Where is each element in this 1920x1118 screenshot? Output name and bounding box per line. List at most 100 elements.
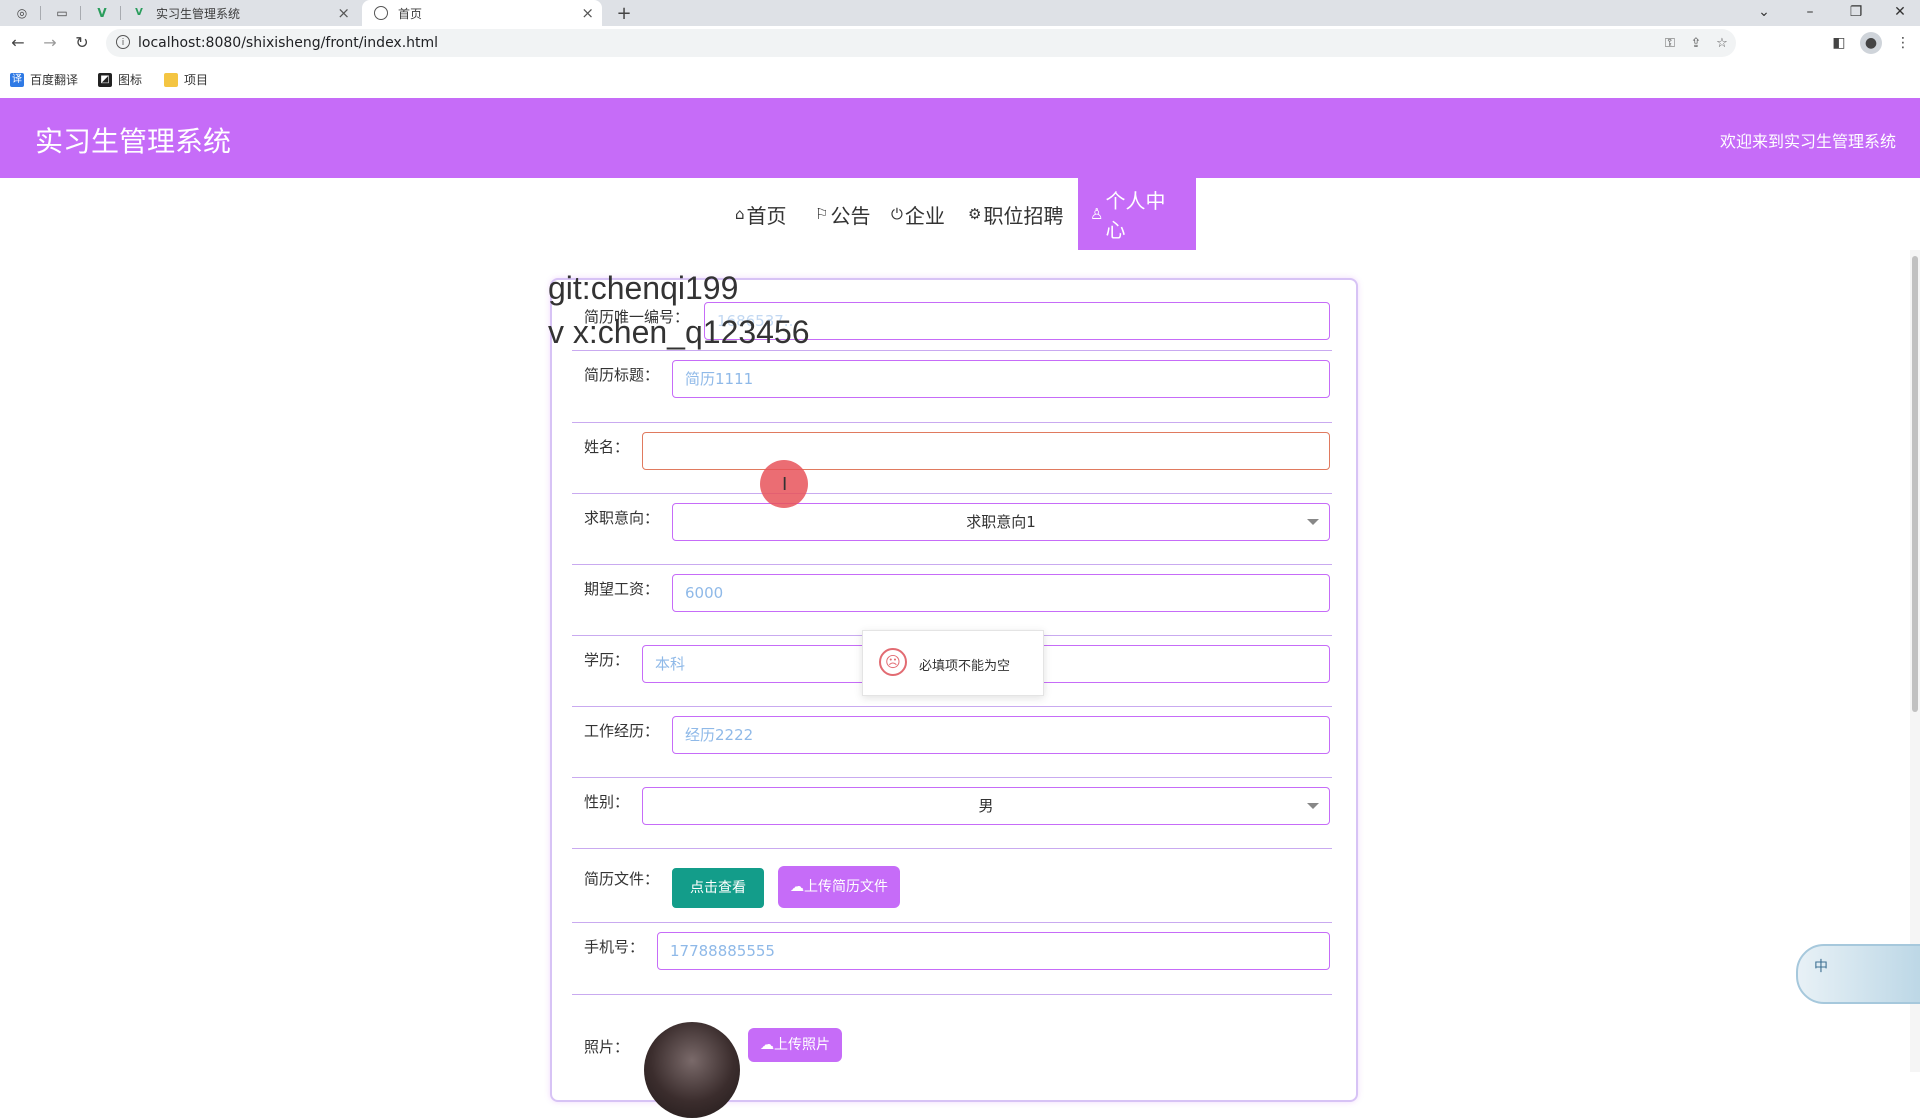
ime-floating-widget[interactable]: 中 [1796,944,1920,1004]
bookmark-project[interactable]: 项目 [164,71,208,88]
new-tab-button[interactable]: + [616,3,632,24]
nav-label: 职位招聘 [983,203,1064,228]
bookmark-icons[interactable]: ◩ 图标 [98,71,142,88]
intention-label: 求职意向： [584,509,660,527]
reload-icon[interactable]: ↻ [70,32,94,54]
error-toast: ☹ 必填项不能为空 [862,630,1044,696]
flag-icon: ⚐ [815,205,829,223]
bookmark-label: 图标 [118,73,143,87]
translate-icon: 译 [10,72,24,87]
avatar [644,1022,740,1118]
resume-title-input[interactable]: 简历1111 [672,360,1330,398]
bookmark-label: 百度翻译 [30,73,79,87]
view-resume-button[interactable]: 点击查看 [672,868,764,908]
restore-icon[interactable]: ❐ [1836,0,1876,24]
main-nav: ⌂ 首页 ⚐ 公告 ⏻ 企业 ⚙ 职位招聘 ♙ 个人中心 [0,178,1920,250]
forward-icon[interactable]: → [38,32,62,54]
site-header: 实习生管理系统 欢迎来到实习生管理系统 [0,98,1920,178]
nav-label: 公告 [830,203,871,228]
nav-item-home[interactable]: ⌂ 首页 [735,178,787,250]
tab-title: 实习生管理系统 [156,6,241,21]
share-icon[interactable]: ⇪ [1688,36,1704,52]
tab-separator [40,6,41,20]
photo-label: 照片： [584,1038,630,1056]
side-panel-icon[interactable]: ◧ [1828,32,1850,54]
gender-value: 男 [978,797,994,815]
resume-file-label: 简历文件： [584,870,660,888]
globe-icon [374,6,388,20]
tab-management-system[interactable]: V 实习生管理系统 × [132,0,358,26]
upload-resume-label: 上传简历文件 [804,879,888,895]
folder-icon [164,72,178,87]
globe-icon[interactable]: ◎ [14,5,30,21]
phone-label: 手机号： [584,938,645,956]
vue-logo-icon: V [135,7,143,18]
upload-photo-label: 上传照片 [774,1037,830,1053]
resume-title-label: 简历标题： [584,366,660,384]
gender-label: 性别： [584,793,630,811]
nav-item-notice[interactable]: ⚐ 公告 [815,178,870,250]
window-close-icon[interactable]: ✕ [1880,0,1920,24]
ime-label: 中 [1814,959,1828,975]
address-bar-row: ← → ↻ i localhost:8080/shixisheng/front/… [0,26,1920,60]
browser-tab-bar: ◎ ▭ V V 实习生管理系统 × 首页 × + ⌄ – ❐ ✕ [0,0,1920,26]
form-row-gender: 性别： 男 [572,777,1332,849]
tab-separator [120,6,121,20]
url-text[interactable]: localhost:8080/shixisheng/front/index.ht… [138,35,438,51]
power-icon: ⏻ [891,205,903,223]
sad-face-icon: ☹ [879,648,907,676]
phone-input[interactable]: 17788885555 [657,932,1330,970]
nav-item-company[interactable]: ⏻ 企业 [891,178,945,250]
form-row-phone: 手机号： 17788885555 [572,922,1332,995]
toast-message: 必填项不能为空 [919,659,1011,674]
close-icon[interactable]: × [337,4,350,22]
name-input[interactable] [642,432,1330,470]
scrollbar-thumb[interactable] [1912,256,1918,712]
experience-label: 工作经历： [584,722,660,740]
star-icon[interactable]: ☆ [1714,36,1730,52]
blank-tab-icon[interactable]: ▭ [54,5,70,21]
profile-icon[interactable]: ● [1860,32,1882,54]
home-icon: ⌂ [735,205,745,223]
form-row-name: 姓名： [572,422,1332,494]
gender-select[interactable]: 男 [642,787,1330,825]
watermark-line-1: git:chenqi199 [548,270,739,306]
form-row-resume-file: 简历文件： 点击查看 ☁上传简历文件 [572,848,1332,923]
bookmark-label: 项目 [184,73,209,87]
watermark-line-2: v x:chen_q123456 [548,314,810,350]
tab-separator [80,6,81,20]
salary-label: 期望工资： [584,580,660,598]
nav-label: 个人中心 [1105,189,1166,242]
vue-logo-icon[interactable]: V [94,5,110,21]
bookmarks-bar: 译 百度翻译 ◩ 图标 项目 [0,60,1920,99]
name-label: 姓名： [584,438,630,456]
text-cursor-icon: I [782,474,788,495]
key-icon[interactable]: ⚿ [1662,36,1678,52]
tab-search-icon[interactable]: ⌄ [1744,0,1784,24]
site-title: 实习生管理系统 [35,125,232,158]
experience-input[interactable]: 经历2222 [672,716,1330,754]
nav-label: 首页 [746,203,787,228]
upload-photo-button[interactable]: ☁上传照片 [748,1028,842,1062]
intention-select[interactable]: 求职意向1 [672,503,1330,541]
close-icon[interactable]: × [581,4,594,22]
welcome-text: 欢迎来到实习生管理系统 [1719,132,1896,151]
intention-value: 求职意向1 [966,513,1036,531]
salary-input[interactable]: 6000 [672,574,1330,612]
caret-down-icon [1307,803,1319,809]
form-row-resume-title: 简历标题： 简历1111 [572,350,1332,423]
info-icon[interactable]: i [116,35,130,49]
nav-item-jobs[interactable]: ⚙ 职位招聘 [968,178,1063,250]
form-row-intention: 求职意向： 求职意向1 [572,493,1332,565]
nav-label: 企业 [904,203,945,228]
back-icon[interactable]: ← [6,32,30,54]
menu-icon[interactable]: ⋮ [1892,32,1914,54]
tab-title: 首页 [398,6,423,21]
minimize-icon[interactable]: – [1790,0,1830,24]
education-label: 学历： [584,651,630,669]
nav-item-profile[interactable]: ♙ 个人中心 [1078,178,1196,250]
tab-home[interactable]: 首页 × [362,0,602,26]
bookmark-baidu-translate[interactable]: 译 百度翻译 [10,71,78,88]
upload-resume-button[interactable]: ☁上传简历文件 [778,866,900,908]
omnibox[interactable]: i localhost:8080/shixisheng/front/index.… [106,29,1736,57]
